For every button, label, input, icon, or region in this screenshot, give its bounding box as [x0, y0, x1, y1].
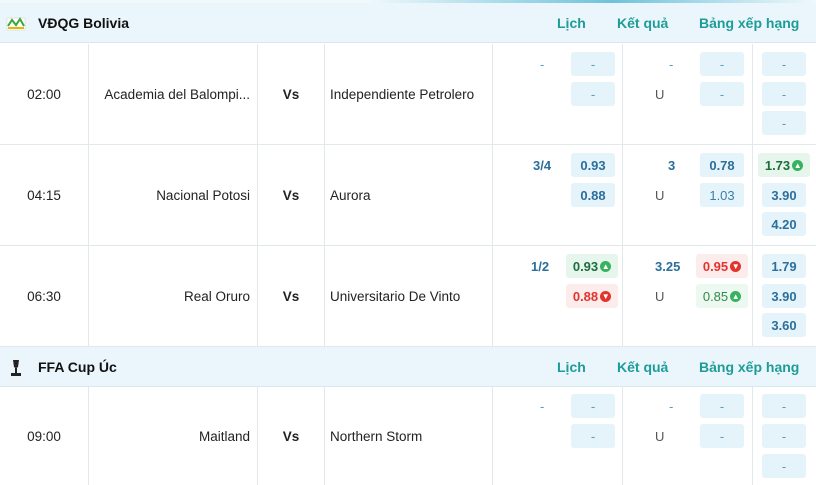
over-odd[interactable]: 0.78: [700, 153, 744, 177]
handicap-home-odd[interactable]: -: [571, 52, 615, 76]
home-team[interactable]: Nacional Potosi: [92, 188, 250, 203]
under-odd-value: 0.85: [702, 288, 729, 304]
bolivia-league-logo: [6, 17, 26, 31]
handicap-home-odd-value: 0.93: [572, 258, 599, 274]
league-name[interactable]: VĐQG Bolivia: [38, 15, 129, 31]
home-team[interactable]: Academia del Balompi...: [92, 87, 250, 102]
handicap-away-odd[interactable]: -: [571, 424, 615, 448]
match-time: 09:00: [27, 429, 61, 444]
away-team[interactable]: Universitario De Vinto: [330, 289, 490, 304]
total-line: 3.25: [655, 259, 681, 274]
draw-odd[interactable]: -: [762, 424, 806, 448]
match-time: 06:30: [27, 289, 61, 304]
total-line: 3: [668, 158, 676, 173]
home-win-odd-value: 1.73: [764, 157, 791, 173]
arrow-down-icon: ▼: [730, 260, 742, 272]
ffa-cup-logo: [11, 360, 21, 376]
home-win-odd[interactable]: -: [762, 52, 806, 76]
draw-odd[interactable]: 3.90: [762, 183, 806, 207]
total-line: -: [669, 57, 674, 72]
over-odd[interactable]: -: [700, 52, 744, 76]
arrow-up-icon: ▲: [730, 290, 742, 302]
under-odd[interactable]: 1.03: [700, 183, 744, 207]
home-team[interactable]: Maitland: [92, 429, 250, 444]
away-team[interactable]: Aurora: [330, 188, 490, 203]
handicap-away-odd[interactable]: 0.88: [571, 183, 615, 207]
handicap-home-odd[interactable]: -: [571, 394, 615, 418]
away-win-odd[interactable]: -: [762, 454, 806, 478]
handicap-home-odd[interactable]: 0.93: [571, 153, 615, 177]
draw-odd[interactable]: 3.90: [762, 284, 806, 308]
match-time: 02:00: [27, 87, 61, 102]
schedule-link[interactable]: Lịch: [557, 15, 586, 31]
results-link[interactable]: Kết quả: [617, 359, 668, 375]
match-row[interactable]: 06:30 Real Oruro Vs Universitario De Vin…: [0, 246, 816, 347]
away-win-odd[interactable]: -: [762, 111, 806, 135]
vs-label: Vs: [282, 429, 300, 444]
league-name[interactable]: FFA Cup Úc: [38, 359, 117, 375]
handicap-line: -: [540, 399, 545, 414]
over-odd[interactable]: -: [700, 394, 744, 418]
under-odd[interactable]: 0.85 ▲: [696, 284, 748, 308]
away-win-odd[interactable]: 4.20: [762, 212, 806, 236]
under-label: U: [655, 188, 665, 203]
away-team[interactable]: Independiente Petrolero: [330, 87, 490, 102]
home-team[interactable]: Real Oruro: [92, 289, 250, 304]
under-label: U: [655, 429, 665, 444]
over-odd[interactable]: 0.95 ▼: [696, 254, 748, 278]
league-header-ffa-cup: FFA Cup Úc Lịch Kết quả Bảng xếp hạng: [0, 347, 816, 387]
home-win-odd[interactable]: 1.79: [762, 254, 806, 278]
vs-label: Vs: [282, 188, 300, 203]
under-label: U: [655, 87, 665, 102]
arrow-up-icon: ▲: [600, 260, 612, 272]
draw-odd[interactable]: -: [762, 82, 806, 106]
arrow-down-icon: ▼: [600, 290, 612, 302]
standings-link[interactable]: Bảng xếp hạng: [699, 359, 799, 375]
handicap-away-odd[interactable]: 0.88 ▼: [566, 284, 618, 308]
standings-link[interactable]: Bảng xếp hạng: [699, 15, 799, 31]
handicap-line: -: [540, 57, 545, 72]
home-win-odd[interactable]: -: [762, 394, 806, 418]
handicap-line: 1/2: [531, 259, 550, 274]
schedule-link[interactable]: Lịch: [557, 359, 586, 375]
under-odd[interactable]: -: [700, 424, 744, 448]
over-odd-value: 0.95: [702, 258, 729, 274]
home-win-odd[interactable]: 1.73 ▲: [758, 153, 810, 177]
arrow-up-icon: ▲: [792, 159, 804, 171]
match-row[interactable]: 02:00 Academia del Balompi... Vs Indepen…: [0, 44, 816, 145]
vs-label: Vs: [282, 289, 300, 304]
handicap-away-odd[interactable]: -: [571, 82, 615, 106]
results-link[interactable]: Kết quả: [617, 15, 668, 31]
total-line: -: [669, 399, 674, 414]
league-header-bolivia: VĐQG Bolivia Lịch Kết quả Bảng xếp hạng: [0, 3, 816, 43]
under-odd[interactable]: -: [700, 82, 744, 106]
vs-label: Vs: [282, 87, 300, 102]
under-label: U: [655, 289, 665, 304]
handicap-away-odd-value: 0.88: [572, 288, 599, 304]
match-time: 04:15: [27, 188, 61, 203]
away-team[interactable]: Northern Storm: [330, 429, 490, 444]
match-row[interactable]: 04:15 Nacional Potosi Vs Aurora 3/4 0.93…: [0, 145, 816, 246]
away-win-odd[interactable]: 3.60: [762, 313, 806, 337]
match-row[interactable]: 09:00 Maitland Vs Northern Storm - - - -…: [0, 387, 816, 485]
handicap-home-odd[interactable]: 0.93 ▲: [566, 254, 618, 278]
handicap-line: 3/4: [533, 158, 552, 173]
